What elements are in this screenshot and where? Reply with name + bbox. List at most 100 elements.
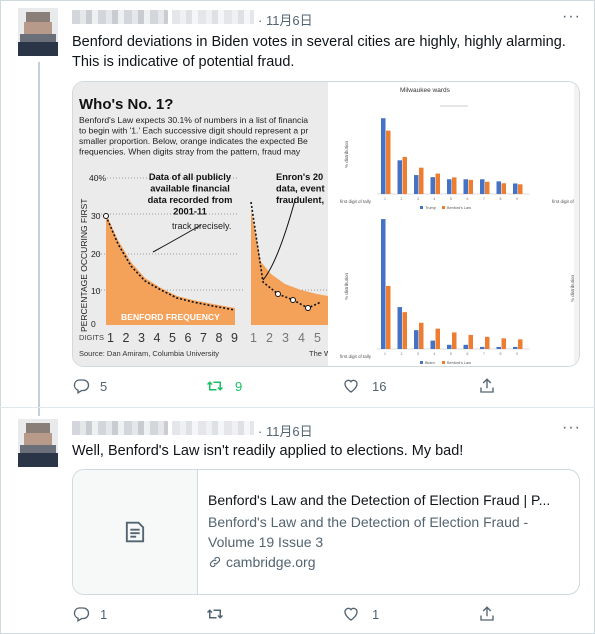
x-tick-label: 2 bbox=[401, 352, 403, 356]
bar-benford-1 bbox=[386, 285, 391, 349]
milwaukee-bar-charts: Milwaukee wards % distribution % distrib… bbox=[328, 82, 579, 366]
tweet-actions: 1 1 bbox=[72, 605, 512, 625]
tweet-date[interactable]: · 11月6日 bbox=[258, 421, 313, 440]
bar-benford-7 bbox=[485, 336, 490, 349]
x-tick-label: 6 bbox=[467, 352, 469, 356]
x-tick-label: 8 bbox=[500, 197, 502, 201]
like-button[interactable]: 1 bbox=[342, 605, 379, 623]
x-tick-label: 9 bbox=[516, 197, 518, 201]
digits-label: DIGITS bbox=[79, 333, 104, 342]
bar-trump-3 bbox=[414, 175, 419, 194]
bar-biden-1 bbox=[381, 219, 386, 349]
bar-benford-4 bbox=[435, 173, 440, 194]
more-options-icon[interactable]: ··· bbox=[562, 8, 581, 26]
thread-line-top bbox=[38, 408, 40, 416]
bar-trump-4 bbox=[430, 177, 435, 194]
bar-benford-7 bbox=[485, 181, 490, 194]
document-icon bbox=[125, 521, 145, 543]
bar-biden-3 bbox=[414, 330, 419, 349]
panel2-note: fraudulent, bbox=[276, 195, 324, 205]
x-tick-label: 3 bbox=[417, 352, 419, 356]
retweet-icon bbox=[206, 381, 224, 391]
tweet-text: Benford deviations in Biden votes in sev… bbox=[72, 34, 566, 70]
digit-label: 6 bbox=[185, 331, 192, 345]
benford-newspaper-graphic: Who's No. 1? Benford's Law expects 30.1%… bbox=[73, 82, 328, 366]
retweet-button[interactable] bbox=[205, 605, 235, 623]
bar-trump-1 bbox=[381, 118, 386, 194]
tweet-text: Well, Benford's Law isn't readily applie… bbox=[72, 443, 464, 459]
reply-button[interactable]: 5 bbox=[72, 377, 107, 395]
share-button[interactable] bbox=[478, 605, 496, 623]
user-name[interactable] bbox=[72, 10, 168, 24]
card-domain: cambridge.org bbox=[226, 554, 316, 570]
tweet-media[interactable]: Who's No. 1? Benford's Law expects 30.1%… bbox=[72, 81, 580, 367]
bar-trump-7 bbox=[480, 179, 485, 194]
reply-button[interactable]: 1 bbox=[72, 605, 107, 623]
intro-line: to begin with '1.' Each successive digit… bbox=[79, 126, 308, 136]
chart1-ylabel: % distribution bbox=[344, 140, 349, 168]
digit-label: 7 bbox=[200, 331, 207, 345]
digit-label: 2 bbox=[123, 331, 130, 345]
x-tick-label: 2 bbox=[401, 197, 403, 201]
graphic-source: Source: Dan Amiram, Columbia University bbox=[79, 349, 219, 358]
card-description: Benford's Law and the Detection of Elect… bbox=[208, 514, 529, 550]
bar-benford-2 bbox=[402, 312, 407, 349]
y-tick-label: 30 bbox=[91, 211, 101, 221]
bar-benford-8 bbox=[501, 338, 506, 349]
x-tick-label: 1 bbox=[384, 197, 386, 201]
intro-line: Benford's Law expects 30.1% of numbers i… bbox=[79, 115, 308, 125]
y-tick-label: 0 bbox=[91, 319, 96, 329]
bar-trump-5 bbox=[447, 179, 452, 194]
avatar[interactable] bbox=[18, 8, 58, 56]
chart1-xlabel: first digit of tally bbox=[340, 199, 372, 204]
panel2-note: Enron's 20 bbox=[276, 172, 323, 182]
bar-trump-6 bbox=[463, 179, 468, 194]
panel1-note: 2001-11 bbox=[173, 207, 207, 217]
bar-benford-1 bbox=[386, 130, 391, 194]
x-tick-label: 3 bbox=[417, 197, 419, 201]
share-button[interactable] bbox=[478, 377, 496, 395]
x-tick-label: 7 bbox=[483, 197, 485, 201]
x-tick-label: 4 bbox=[434, 197, 436, 201]
x-tick-label: 4 bbox=[434, 352, 436, 356]
like-button[interactable]: 16 bbox=[342, 377, 386, 395]
user-handle[interactable] bbox=[172, 421, 254, 435]
tweet-date[interactable]: · 11月6日 bbox=[258, 10, 313, 29]
user-name[interactable] bbox=[72, 421, 168, 435]
legend-top-1: Trump bbox=[425, 206, 436, 210]
x-tick-label: 1 bbox=[384, 352, 386, 356]
retweet-count: 9 bbox=[235, 378, 243, 394]
x-tick-label: 8 bbox=[500, 352, 502, 356]
digit-label-2: 4 bbox=[298, 331, 305, 345]
digit-label-2: 3 bbox=[282, 331, 289, 345]
digit-label-2: 1 bbox=[250, 331, 257, 345]
bar-benford-9 bbox=[518, 339, 523, 349]
chart2-xlabel: first digit of tally bbox=[340, 354, 372, 359]
panel2-note: data, event bbox=[276, 184, 325, 194]
user-handle[interactable] bbox=[172, 10, 254, 24]
retweet-button[interactable]: 9 bbox=[205, 377, 242, 395]
avatar[interactable] bbox=[18, 419, 58, 467]
x-tick-label: 5 bbox=[450, 352, 452, 356]
x-tick-label: 6 bbox=[467, 197, 469, 201]
bar-benford-3 bbox=[419, 322, 424, 349]
bar-biden-8 bbox=[496, 346, 501, 349]
bar-benford-4 bbox=[435, 328, 440, 349]
digit-label: 1 bbox=[107, 331, 114, 345]
legend-bottom-2: Benford's Law bbox=[447, 361, 471, 365]
digit-label: 4 bbox=[154, 331, 161, 345]
reply-count: 5 bbox=[100, 378, 108, 394]
intro-line: smaller proportion. Below, orange indica… bbox=[79, 136, 308, 146]
share-icon bbox=[480, 606, 494, 621]
retweet-icon bbox=[206, 609, 224, 619]
tweet-1[interactable]: · 11月6日 ··· Benford deviations in Biden … bbox=[0, 0, 595, 408]
tweet-2[interactable]: · 11月6日 ··· Well, Benford's Law isn't re… bbox=[0, 407, 595, 634]
bar-biden-6 bbox=[463, 344, 468, 349]
digit-label: 3 bbox=[138, 331, 145, 345]
reply-icon bbox=[73, 379, 90, 394]
more-options-icon[interactable]: ··· bbox=[562, 419, 581, 437]
bar-benford-6 bbox=[468, 334, 473, 349]
link-card[interactable]: Benford's Law and the Detection of Elect… bbox=[72, 469, 580, 595]
bar-benford-5 bbox=[452, 177, 457, 194]
like-count: 16 bbox=[372, 378, 387, 394]
